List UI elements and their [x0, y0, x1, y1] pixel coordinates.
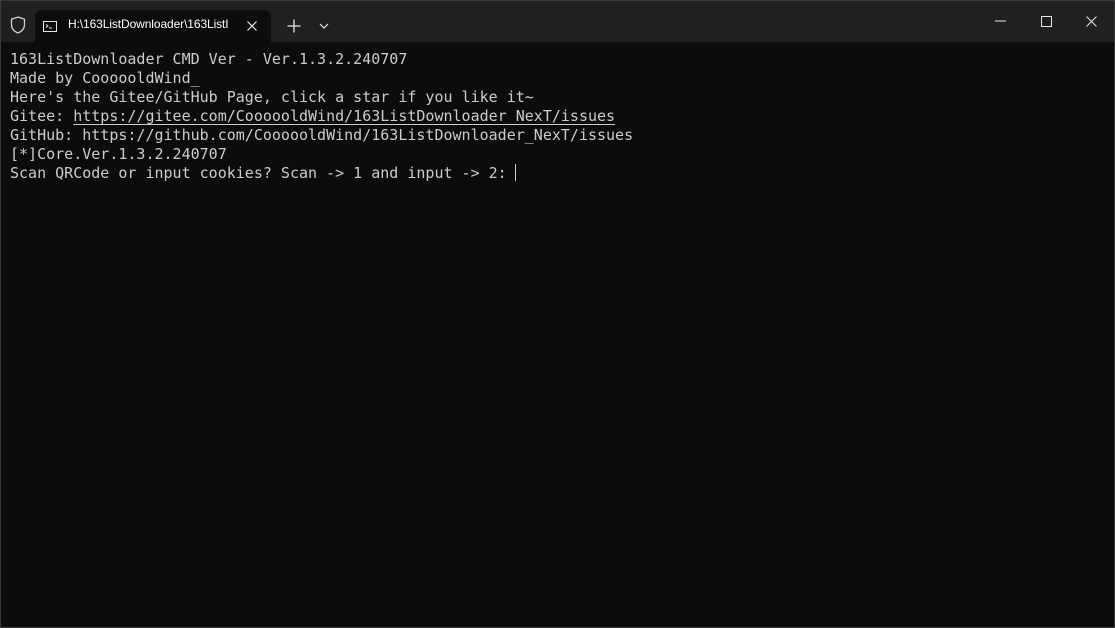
close-icon[interactable] [242, 16, 262, 36]
terminal-window: H:\163ListDownloader\163ListI 163ListDow… [0, 0, 1115, 628]
plus-icon[interactable] [282, 14, 306, 38]
output-line: Made by CoooooldWind_ [10, 69, 200, 87]
maximize-icon[interactable] [1023, 1, 1069, 41]
output-line: GitHub: https://github.com/CoooooldWind/… [10, 126, 634, 144]
prompt-text: Scan QRCode or input cookies? Scan -> 1 … [10, 164, 507, 182]
gitee-link[interactable]: https://gitee.com/CoooooldWind/163ListDo… [73, 107, 615, 125]
terminal-output[interactable]: 163ListDownloader CMD Ver - Ver.1.3.2.24… [10, 50, 1100, 183]
tab-title: H:\163ListDownloader\163ListI [68, 17, 229, 31]
cmd-icon [43, 19, 57, 32]
prompt-line[interactable]: Scan QRCode or input cookies? Scan -> 1 … [10, 164, 1100, 183]
chevron-down-icon[interactable] [314, 14, 334, 38]
output-line: 163ListDownloader CMD Ver - Ver.1.3.2.24… [10, 50, 408, 68]
minimize-icon[interactable] [977, 1, 1023, 41]
title-bar: H:\163ListDownloader\163ListI [1, 1, 1114, 42]
output-line: Gitee: https://gitee.com/CoooooldWind/16… [10, 107, 1100, 126]
text-cursor [514, 164, 516, 181]
output-prefix: Gitee: [10, 107, 74, 125]
output-line: Here's the Gitee/GitHub Page, click a st… [10, 88, 534, 106]
output-line: [*]Core.Ver.1.3.2.240707 [10, 145, 227, 163]
tab-active[interactable]: H:\163ListDownloader\163ListI [35, 10, 271, 42]
shield-icon[interactable] [8, 15, 28, 35]
close-icon[interactable] [1068, 1, 1114, 41]
